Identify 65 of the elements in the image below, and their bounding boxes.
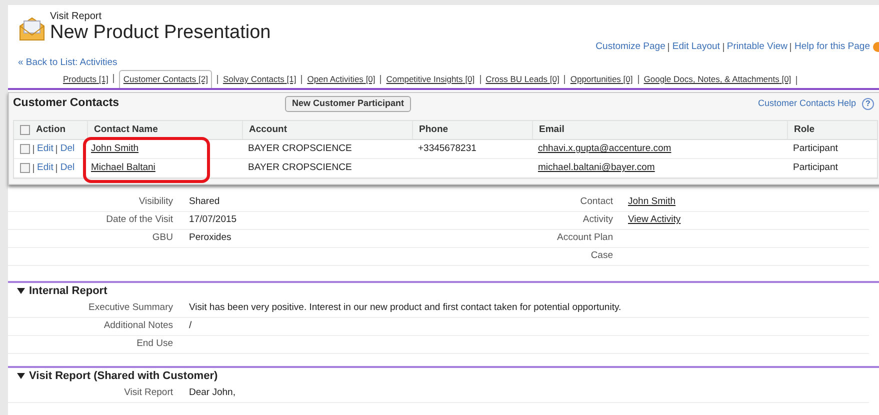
field-label: GBU <box>151 230 173 245</box>
select-all-checkbox[interactable] <box>20 125 30 135</box>
object-type-label: Visit Report <box>50 11 103 22</box>
column-header: Role <box>794 122 815 137</box>
column-header: Contact Name <box>94 122 158 137</box>
row-action-link[interactable]: Edit <box>37 160 54 176</box>
column-header: Email <box>539 122 564 137</box>
email-link[interactable]: chhavi.x.gupta@accenture.com <box>538 142 672 154</box>
field-link[interactable]: John Smith <box>628 194 676 210</box>
field-value: Visit has been very positive. Interest in our new product and first contact taken for potential opportunity. <box>188 300 622 315</box>
field-label: Activity <box>582 212 613 227</box>
related-list-tab[interactable]: Solvay Contacts [1] <box>222 70 296 88</box>
related-list-tab[interactable]: Competitive Insights [0] <box>386 70 475 88</box>
new-participant-button[interactable]: New Customer Participant <box>285 96 412 112</box>
field-label: Visit Report <box>123 386 173 400</box>
related-list-tab[interactable]: Opportunities [0] <box>570 70 633 88</box>
page-link[interactable]: Printable View <box>726 40 788 54</box>
table-cell: BAYER CROPSCIENCE <box>248 142 352 154</box>
help-icon[interactable]: ? <box>862 98 874 110</box>
contact-link[interactable]: Michael Baltani <box>91 162 156 173</box>
collapse-triangle-icon[interactable] <box>17 372 25 380</box>
field-value: Shared <box>188 194 221 209</box>
row-checkbox[interactable] <box>20 163 30 173</box>
help-link[interactable]: Customer Contacts Help <box>758 97 856 111</box>
email-link[interactable]: michael.baltani@bayer.com <box>538 162 655 173</box>
page-link[interactable]: Help for this Page <box>794 40 870 54</box>
back-link[interactable]: « Back to List: Activities <box>8 56 879 70</box>
field-label: Contact <box>579 194 613 209</box>
related-list-tab[interactable]: Google Docs, Notes, & Attachments [0] <box>644 70 792 88</box>
section-title[interactable]: Visit Report (Shared with Customer) <box>29 368 218 384</box>
table-cell: BAYER CROPSCIENCE <box>248 162 352 173</box>
row-action-link[interactable]: Del <box>60 142 75 156</box>
related-list-tab[interactable]: Open Activities [0] <box>307 70 376 88</box>
table-cell: +3345678231 <box>418 142 476 154</box>
column-header: Phone <box>419 122 448 137</box>
table-cell: Participant <box>793 142 838 154</box>
column-header: Account <box>249 122 287 137</box>
column-header: Action <box>36 122 66 137</box>
field-label: Additional Notes <box>102 318 173 333</box>
envelope-icon <box>18 16 46 42</box>
collapse-triangle-icon[interactable] <box>17 287 25 295</box>
row-checkbox[interactable] <box>20 144 30 154</box>
related-list-tab[interactable]: Customer Contacts [2] <box>119 70 212 88</box>
field-label: Case <box>590 248 613 263</box>
related-list-tab[interactable]: Products [1] <box>63 70 108 88</box>
page-link[interactable]: Edit Layout <box>672 40 720 54</box>
popup-title: Customer Contacts <box>13 96 120 112</box>
field-label: Date of the Visit <box>105 212 173 227</box>
row-action-link[interactable]: Edit <box>37 142 54 156</box>
contact-link[interactable]: John Smith <box>91 142 139 154</box>
page-title: New Product Presentation <box>50 22 271 44</box>
page-link[interactable]: Customize Page <box>596 40 666 54</box>
field-value: Dear John, <box>188 386 236 400</box>
related-list-tab[interactable]: Cross BU Leads [0] <box>486 70 560 88</box>
section-title[interactable]: Internal Report <box>29 282 108 300</box>
field-label: Visibility <box>138 194 173 209</box>
table-cell: Participant <box>793 162 838 173</box>
field-value: Peroxides <box>188 230 232 245</box>
field-link[interactable]: View Activity <box>628 212 681 228</box>
field-label: End Use <box>136 336 173 351</box>
row-action-link[interactable]: Del <box>60 160 75 176</box>
field-value: / <box>188 318 192 333</box>
field-label: Executive Summary <box>88 300 173 315</box>
field-label: Account Plan <box>556 230 613 245</box>
field-value: 17/07/2015 <box>188 212 238 227</box>
